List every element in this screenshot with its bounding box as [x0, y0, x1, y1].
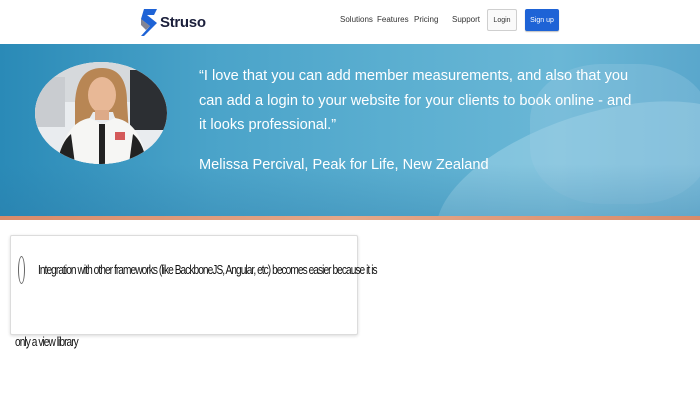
login-button[interactable]: Login [487, 9, 517, 31]
nav-link-pricing[interactable]: Pricing [414, 15, 438, 24]
feature-card [10, 235, 358, 335]
testimonial-quote: “I love that you can add member measurem… [199, 68, 632, 133]
feature-description: Integration with other frameworks (like … [38, 262, 378, 277]
feature-description-continued: only a view library [15, 334, 79, 349]
testimonial-avatar [35, 62, 167, 164]
brand-logo[interactable]: Struso [141, 9, 206, 36]
nav-link-features[interactable]: Features [377, 15, 409, 24]
struso-logo-icon [141, 9, 157, 36]
hero-divider [0, 216, 700, 220]
signup-button[interactable]: Sign up [525, 9, 559, 31]
brand-name: Struso [160, 14, 206, 31]
nav-link-solutions[interactable]: Solutions [340, 15, 373, 24]
nav-link-support[interactable]: Support [452, 15, 480, 24]
top-navbar: Struso Solutions Features Pricing Suppor… [0, 0, 700, 45]
radio-button[interactable] [18, 256, 25, 284]
woman-portrait-icon [35, 62, 167, 164]
testimonial-author: Melissa Percival, Peak for Life, New Zea… [199, 157, 489, 173]
